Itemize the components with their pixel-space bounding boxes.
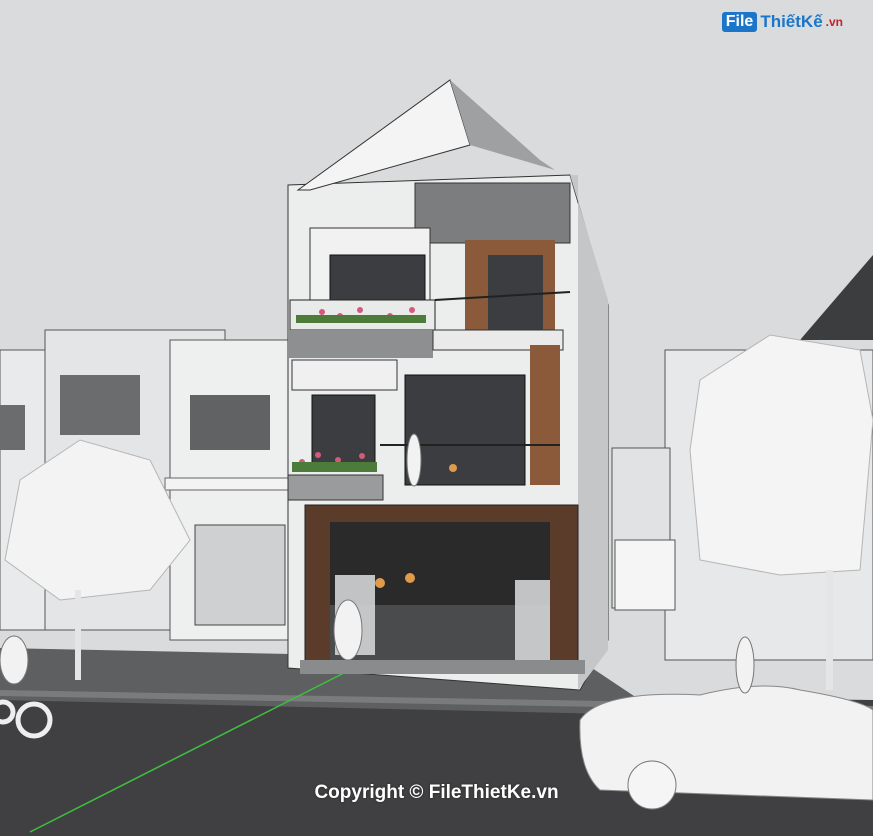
3d-scene xyxy=(0,0,873,836)
tree-left-trunk xyxy=(75,590,81,680)
logo-tld: .vn xyxy=(825,15,843,29)
second-floor-wood-panel xyxy=(530,345,560,485)
person-balcony xyxy=(406,433,422,487)
people-entrance xyxy=(333,599,363,661)
person-right xyxy=(735,636,755,694)
tree-right-canopy xyxy=(689,334,873,576)
second-floor-planter xyxy=(287,474,384,501)
logo-file: File xyxy=(721,12,758,32)
filethietke-logo: File ThiếtKế .vn xyxy=(721,12,843,32)
second-floor-window-main xyxy=(404,374,526,486)
logo-brand: ThiếtKế xyxy=(760,12,823,31)
copyright-watermark: Copyright © FileThietKe.vn xyxy=(314,782,559,803)
entry-steps xyxy=(300,660,585,674)
pergola xyxy=(414,182,571,244)
sketchup-viewport[interactable]: File ThiếtKế .vn Copyright © FileThietKe… xyxy=(0,0,873,836)
granite-band xyxy=(288,330,433,358)
tree-right-trunk xyxy=(826,570,833,690)
second-floor-window-left xyxy=(311,394,376,464)
